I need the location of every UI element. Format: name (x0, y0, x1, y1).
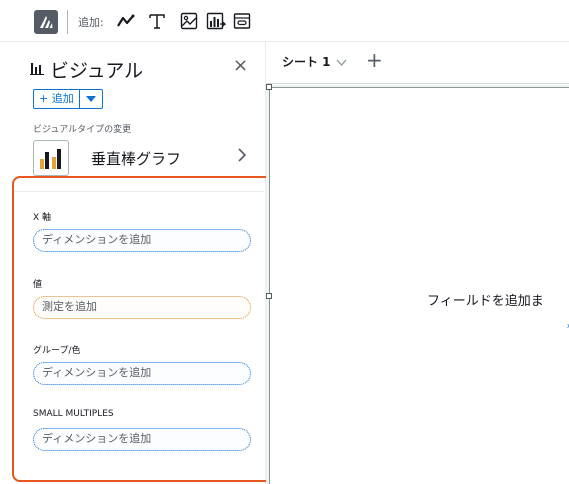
tab-sheet-1[interactable]: シート 1 (282, 53, 347, 70)
visual-type-label: ビジュアルタイプの変更 (33, 125, 132, 135)
close-icon[interactable]: × (233, 57, 248, 75)
visual-type-selector[interactable]: 垂直棒グラフ (33, 139, 251, 177)
panel-title: ビジュアル (50, 60, 144, 82)
add-sheet-button[interactable]: + (366, 50, 383, 70)
empty-visual[interactable]: フィールドを追加ま x (269, 87, 569, 484)
empty-visual-message: フィールドを追加ま (427, 294, 544, 309)
analysis-canvas: フィールドを追加ま x (266, 84, 569, 484)
chevron-down-icon[interactable] (336, 55, 347, 69)
resize-handle[interactable] (266, 293, 272, 299)
sheet-tab-bar: シート 1 + (266, 42, 569, 84)
chevron-right-icon (237, 147, 247, 168)
panel-header: ビジュアル (30, 56, 143, 83)
text-icon[interactable] (147, 11, 167, 31)
line-chart-icon[interactable] (116, 11, 136, 31)
visual-type-name: 垂直棒グラフ (91, 149, 182, 168)
add-visual-button[interactable]: + 追加 (34, 90, 80, 108)
vertical-bar-chart-icon (33, 140, 69, 176)
image-icon[interactable] (179, 11, 199, 31)
toolbar-divider (67, 10, 68, 34)
top-toolbar: 追加: (0, 0, 569, 42)
add-dropdown-icon[interactable] (80, 90, 102, 108)
add-label: 追加: (78, 16, 104, 29)
sheet-tab-label: シート 1 (282, 55, 331, 69)
field-wells-highlight (12, 176, 278, 482)
app-logo-icon[interactable] (34, 10, 58, 34)
embed-icon[interactable] (232, 11, 252, 31)
insight-icon[interactable] (206, 11, 226, 31)
resize-handle[interactable] (266, 84, 272, 90)
add-visual-split-button: + 追加 (33, 89, 103, 109)
visual-bars-icon (30, 60, 44, 79)
